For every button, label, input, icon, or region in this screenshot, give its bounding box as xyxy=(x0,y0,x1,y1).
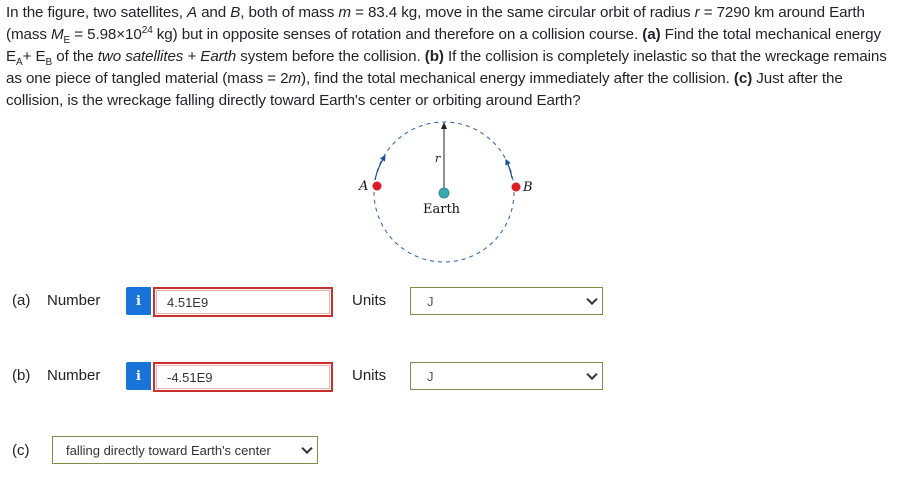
part-a-units-label: Units xyxy=(352,292,387,309)
part-a-label: (a) xyxy=(12,292,31,309)
part-b-label: (b) xyxy=(12,367,31,384)
part-c-answer-value: falling directly toward Earth's center xyxy=(66,442,271,458)
arrow-A xyxy=(374,154,386,181)
chevron-down-icon xyxy=(586,293,598,306)
label-A: A xyxy=(358,179,368,194)
part-a-number-label: Number xyxy=(47,292,101,309)
part-c-answer-select[interactable]: falling directly toward Earth's center xyxy=(52,436,318,464)
satellite-B xyxy=(511,182,521,192)
part-a-units-select[interactable]: J xyxy=(410,287,603,315)
part-b-info-icon[interactable]: i xyxy=(126,362,151,390)
problem-statement: In the figure, two satellites, A and B, … xyxy=(6,4,887,109)
radius-arrowhead xyxy=(441,122,447,129)
label-r: r xyxy=(435,152,441,165)
chevron-down-icon xyxy=(586,368,598,381)
part-b-units-label: Units xyxy=(352,367,387,384)
chevron-down-icon xyxy=(301,442,313,455)
orbit-figure: A B r Earth xyxy=(358,121,533,263)
earth-dot xyxy=(438,187,450,199)
part-b-units-value: J xyxy=(427,368,434,384)
part-a-info-icon[interactable]: i xyxy=(126,287,151,315)
part-b-number-input[interactable]: -4.51E9 xyxy=(153,362,333,392)
part-b-number-label: Number xyxy=(47,367,101,384)
part-b-units-select[interactable]: J xyxy=(410,362,603,390)
part-a-units-value: J xyxy=(427,293,434,309)
label-B: B xyxy=(522,180,533,195)
part-c-label: (c) xyxy=(12,442,30,459)
part-a-number-input[interactable]: 4.51E9 xyxy=(153,287,333,317)
arrow-B xyxy=(505,158,513,179)
satellite-A xyxy=(372,181,382,191)
label-earth: Earth xyxy=(423,202,461,217)
